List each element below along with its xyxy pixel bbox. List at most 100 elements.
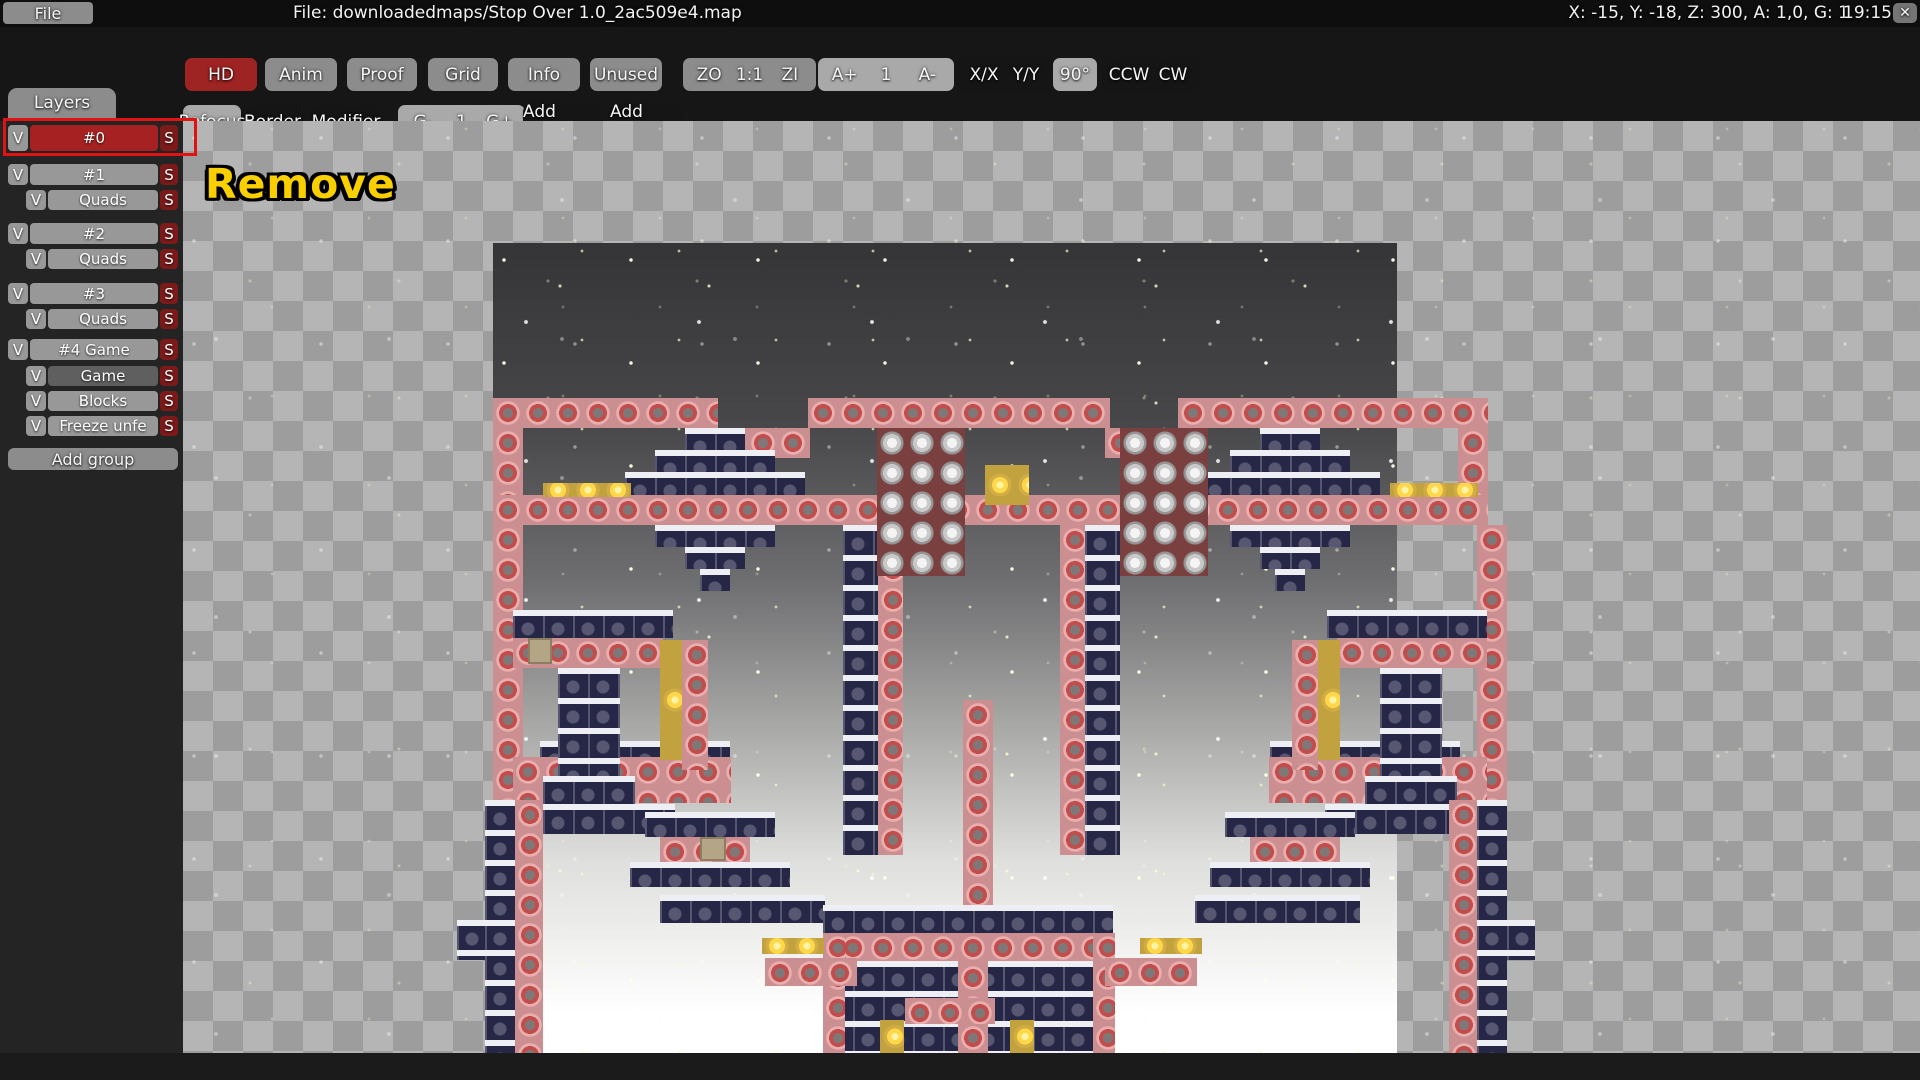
visibility-toggle[interactable]: V xyxy=(26,366,46,386)
anim-speed-group: A+ 1 A- xyxy=(818,58,954,91)
file-menu-label: File xyxy=(35,4,62,23)
map-tile-block-blue xyxy=(630,862,790,887)
layer-label[interactable]: #4 Game xyxy=(30,339,158,360)
map-tile-block-blue xyxy=(485,800,515,1053)
hd-label: HD xyxy=(208,65,234,85)
map-tile-block-yellow xyxy=(1010,1020,1034,1053)
layer-row-blocks[interactable]: VBlocksS xyxy=(26,391,178,411)
proof-label: Proof xyxy=(360,65,403,85)
visibility-toggle[interactable]: V xyxy=(8,125,28,151)
map-tile-block-blue xyxy=(843,525,878,855)
save-toggle[interactable]: S xyxy=(160,190,178,210)
map-tile-block-blue xyxy=(660,895,825,923)
status-bar: Use left mouse button to drag and create… xyxy=(0,1053,1920,1080)
visibility-toggle[interactable]: V xyxy=(8,283,28,304)
layer-label[interactable]: Freeze unfe xyxy=(48,416,158,436)
layers-tab[interactable]: Layers xyxy=(8,88,116,118)
rotate-90-button[interactable]: 90° xyxy=(1053,58,1097,91)
layer-label[interactable]: Quads xyxy=(48,249,158,269)
layer-row-freeze-unfe[interactable]: VFreeze unfeS xyxy=(26,416,178,436)
map-tile-block-blue xyxy=(625,472,805,495)
visibility-toggle[interactable]: V xyxy=(26,249,46,269)
layer-label[interactable]: Quads xyxy=(48,190,158,210)
layer-label[interactable]: #0 xyxy=(30,125,158,151)
visibility-toggle[interactable]: V xyxy=(8,339,28,360)
layer-row-quads[interactable]: VQuadsS xyxy=(26,309,178,329)
anim-speed-up-button[interactable]: A+ xyxy=(824,65,865,85)
hd-toggle-button[interactable]: HD xyxy=(185,58,257,91)
map-tile-block-yellow xyxy=(985,465,1029,505)
map-tile-block-blue xyxy=(1477,800,1507,1053)
zoom-in-button[interactable]: ZI xyxy=(770,65,810,85)
save-toggle[interactable]: S xyxy=(160,391,178,411)
layer-row--0[interactable]: V#0S xyxy=(8,125,178,151)
close-glyph: ✕ xyxy=(1899,5,1911,21)
map-tile-block-pink xyxy=(1105,958,1197,986)
close-icon[interactable]: ✕ xyxy=(1893,3,1917,23)
save-toggle[interactable]: S xyxy=(160,283,178,304)
save-toggle[interactable]: S xyxy=(160,164,178,185)
grid-toggle-button[interactable]: Grid xyxy=(428,58,498,91)
layer-label[interactable]: #1 xyxy=(30,164,158,185)
layer-label[interactable]: #3 xyxy=(30,283,158,304)
map-tile-block-blue xyxy=(1210,862,1370,887)
map-canvas[interactable] xyxy=(183,121,1920,1053)
layer-label[interactable]: Blocks xyxy=(48,391,158,411)
save-toggle[interactable]: S xyxy=(160,309,178,329)
info-toggle-button[interactable]: Info xyxy=(508,58,580,91)
map-tile-block-blue xyxy=(1327,610,1487,638)
map-tile-block-yellow xyxy=(660,640,682,760)
layer-row-quads[interactable]: VQuadsS xyxy=(26,190,178,210)
visibility-toggle[interactable]: V xyxy=(26,416,46,436)
map-tile-block-blue xyxy=(1230,450,1350,472)
proof-toggle-button[interactable]: Proof xyxy=(347,58,417,91)
save-toggle[interactable]: S xyxy=(160,125,178,151)
add-group-button[interactable]: Add group xyxy=(8,448,178,470)
save-toggle[interactable]: S xyxy=(160,249,178,269)
anim-speed-down-button[interactable]: A- xyxy=(907,65,948,85)
map-tile-block-yellow xyxy=(1390,483,1478,497)
save-toggle[interactable]: S xyxy=(160,223,178,244)
map-tile-block-blue xyxy=(1225,812,1355,837)
zoom-out-button[interactable]: ZO xyxy=(689,65,729,85)
visibility-toggle[interactable]: V xyxy=(8,223,28,244)
rotate-ccw-button[interactable]: CCW xyxy=(1107,65,1151,85)
layer-label[interactable]: Game xyxy=(48,366,158,386)
top-menu-bar: File File: downloadedmaps/Stop Over 1.0_… xyxy=(0,0,1920,27)
map-tile-block-blue xyxy=(1260,547,1320,569)
zoom-reset-button[interactable]: 1:1 xyxy=(729,65,769,85)
map-tile-block-blue xyxy=(655,450,775,472)
layer-row-quads[interactable]: VQuadsS xyxy=(26,249,178,269)
file-menu-button[interactable]: File xyxy=(3,2,93,24)
visibility-toggle[interactable]: V xyxy=(26,391,46,411)
unused-label: Unused xyxy=(594,65,658,85)
layer-row--4-game[interactable]: V#4 GameS xyxy=(8,339,178,360)
anim-toggle-button[interactable]: Anim xyxy=(265,58,337,91)
save-toggle[interactable]: S xyxy=(160,366,178,386)
map-tile-block-yellow xyxy=(1140,938,1202,954)
map-tile-block-yellow xyxy=(1318,640,1340,760)
visibility-toggle[interactable]: V xyxy=(26,190,46,210)
visibility-toggle[interactable]: V xyxy=(26,309,46,329)
map-tile-block-yellow xyxy=(880,1020,904,1053)
layer-row--3[interactable]: V#3S xyxy=(8,283,178,304)
flip-x-button[interactable]: X/X xyxy=(963,65,1005,85)
map-tile-block-pink xyxy=(515,800,543,1053)
layer-row--1[interactable]: V#1S xyxy=(8,164,178,185)
unused-toggle-button[interactable]: Unused xyxy=(590,58,662,91)
save-toggle[interactable]: S xyxy=(160,339,178,360)
map-tile-block-blue xyxy=(823,905,1113,933)
map-tile-block-yellow xyxy=(762,938,824,954)
layer-label[interactable]: #2 xyxy=(30,223,158,244)
remove-popup-item[interactable]: Remove xyxy=(205,160,396,208)
visibility-toggle[interactable]: V xyxy=(8,164,28,185)
flip-y-button[interactable]: Y/Y xyxy=(1005,65,1047,85)
layer-row-game[interactable]: VGameS xyxy=(26,366,178,386)
map-tile-block-pink xyxy=(1449,800,1477,1053)
map-tile-block-blue xyxy=(645,812,775,837)
save-toggle[interactable]: S xyxy=(160,416,178,436)
rotate-cw-button[interactable]: CW xyxy=(1151,65,1195,85)
map-tile-block-beige xyxy=(528,638,552,664)
layer-row--2[interactable]: V#2S xyxy=(8,223,178,244)
layer-label[interactable]: Quads xyxy=(48,309,158,329)
